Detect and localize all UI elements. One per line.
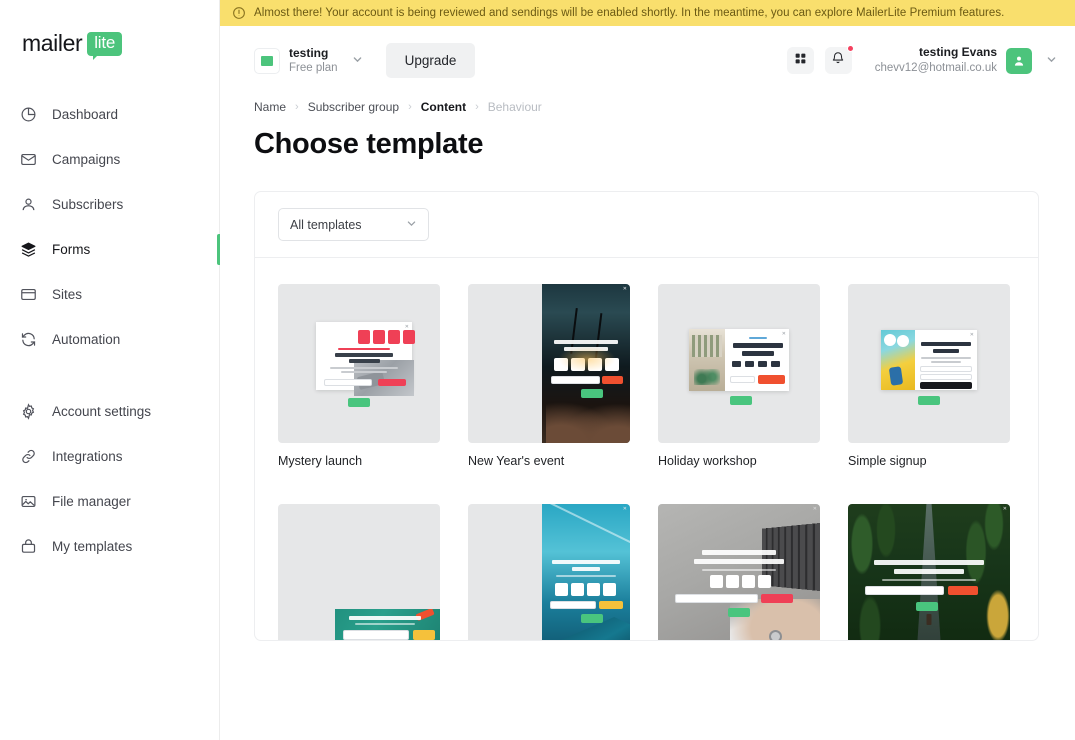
sidebar-item-label: Campaigns <box>52 152 121 167</box>
template-label: Mystery launch <box>278 454 363 468</box>
account-name: testing <box>289 45 329 60</box>
user-info: testing Evans chevv12@hotmail.co.uk <box>875 45 997 76</box>
page-title: Choose template <box>254 128 484 160</box>
apps-grid-button[interactable] <box>786 47 814 74</box>
sidebar-item-sites[interactable]: Sites <box>0 272 220 317</box>
sidebar-item-integrations[interactable]: Integrations <box>0 434 220 479</box>
user-email: chevv12@hotmail.co.uk <box>874 61 997 74</box>
template-thumbnail: ✕ <box>468 284 630 443</box>
breadcrumb-item-subscriber-group[interactable]: Subscriber group <box>308 100 399 114</box>
top-bar: testing Free plan Upgrade testing Evans … <box>220 26 1075 95</box>
link-icon <box>20 448 37 465</box>
template-card-superhero-full[interactable]: ✕ Superhero: Full <box>848 504 1010 640</box>
sidebar-item-label: Sites <box>52 287 83 302</box>
upgrade-button[interactable]: Upgrade <box>385 43 476 78</box>
account-plan: Free plan <box>289 61 338 74</box>
breadcrumb-item-name[interactable]: Name <box>254 100 286 114</box>
template-thumbnail: ✕ <box>848 504 1010 640</box>
sidebar-item-label: Subscribers <box>52 197 124 212</box>
template-thumbnail: ✕ <box>468 504 630 640</box>
template-thumbnail: ✕ <box>658 504 820 640</box>
sidebar: mailer lite Dashboard Campaigns Subscrib… <box>0 0 220 740</box>
chevron-down-icon <box>352 54 363 68</box>
pie-chart-icon <box>20 106 37 123</box>
breadcrumb-separator: › <box>475 101 479 113</box>
template-label: New Year's event <box>468 454 565 468</box>
user-name: testing Evans <box>918 45 997 60</box>
account-switcher[interactable]: testing Free plan <box>254 46 363 75</box>
sidebar-item-label: Integrations <box>52 449 123 464</box>
template-label: Simple signup <box>848 454 927 468</box>
gear-icon <box>20 403 37 420</box>
template-thumbnail: ✕ <box>658 284 820 443</box>
template-label: Holiday workshop <box>658 454 757 468</box>
template-card-simple-signup[interactable]: ✕ Simple signup <box>848 284 1010 468</box>
grid-icon <box>794 52 807 70</box>
template-thumbnail <box>278 504 440 640</box>
template-card-mystery-launch[interactable]: ✕ Mystery launch <box>278 284 440 468</box>
sidebar-item-automation[interactable]: Automation <box>0 317 220 362</box>
bell-icon <box>831 51 845 70</box>
chevron-down-icon <box>406 218 417 232</box>
template-thumbnail: ✕ <box>848 284 1010 443</box>
logo-badge-lite: lite <box>87 31 123 60</box>
archive-icon <box>20 538 37 555</box>
sidebar-nav-primary: Dashboard Campaigns Subscribers Forms Si… <box>0 92 220 362</box>
template-card-holiday-workshop[interactable]: ✕ Holiday workshop <box>658 284 820 468</box>
sidebar-item-account-settings[interactable]: Account settings <box>0 389 220 434</box>
logo-text-mailer: mailer <box>22 30 83 56</box>
template-thumbnail: ✕ <box>278 284 440 443</box>
sidebar-item-my-templates[interactable]: My templates <box>0 524 220 569</box>
sidebar-item-label: Dashboard <box>52 107 119 122</box>
flag-icon <box>254 47 280 74</box>
user-menu[interactable]: testing Evans chevv12@hotmail.co.uk <box>875 45 1057 76</box>
sidebar-item-label: Automation <box>52 332 121 347</box>
banner-message: Almost there! Your account is being revi… <box>254 7 1005 19</box>
envelope-icon <box>20 151 37 168</box>
templates-grid: ✕ Mystery launch ✕ New Year's event ✕ Ho… <box>255 258 1038 640</box>
breadcrumb-item-behaviour: Behaviour <box>487 100 542 114</box>
account-review-banner: Almost there! Your account is being revi… <box>220 0 1075 26</box>
sidebar-item-file-manager[interactable]: File manager <box>0 479 220 524</box>
sidebar-item-dashboard[interactable]: Dashboard <box>0 92 220 137</box>
sidebar-item-label: My templates <box>52 539 133 554</box>
sidebar-item-campaigns[interactable]: Campaigns <box>0 137 220 182</box>
template-card-count-it-down-half[interactable]: ✕ Count it down: Half <box>468 504 630 640</box>
top-bar-actions: testing Evans chevv12@hotmail.co.uk <box>786 45 1057 76</box>
alert-circle-icon <box>232 6 246 20</box>
template-card-positive-vibe[interactable]: Positive vibe <box>278 504 440 640</box>
sidebar-item-label: File manager <box>52 494 131 509</box>
sidebar-nav-secondary: Account settings Integrations File manag… <box>0 389 220 569</box>
notification-badge <box>846 45 854 52</box>
browser-icon <box>20 286 37 303</box>
main-content: testing Free plan Upgrade testing Evans … <box>220 26 1075 740</box>
account-info: testing Free plan <box>289 46 338 75</box>
sidebar-item-subscribers[interactable]: Subscribers <box>0 182 220 227</box>
breadcrumb-separator: › <box>408 101 412 113</box>
avatar <box>1006 47 1032 74</box>
refresh-icon <box>20 331 37 348</box>
user-icon <box>20 196 37 213</box>
template-filter-value: All templates <box>290 217 362 232</box>
chevron-down-icon <box>1046 54 1057 68</box>
image-icon <box>20 493 37 510</box>
notifications-button[interactable] <box>824 45 854 74</box>
layers-icon <box>20 241 37 258</box>
template-card-count-it-down-full[interactable]: ✕ Count it down: Full <box>658 504 820 640</box>
templates-filter-bar: All templates <box>255 192 1038 258</box>
breadcrumb-separator: › <box>295 101 299 113</box>
breadcrumb: Name › Subscriber group › Content › Beha… <box>254 100 1075 114</box>
template-filter-select[interactable]: All templates <box>278 208 429 241</box>
sidebar-item-label: Forms <box>52 242 91 257</box>
sidebar-item-forms[interactable]: Forms <box>0 227 220 272</box>
template-card-new-years-event[interactable]: ✕ New Year's event <box>468 284 630 468</box>
sidebar-item-label: Account settings <box>52 404 152 419</box>
app-logo[interactable]: mailer lite <box>22 30 123 60</box>
breadcrumb-item-content[interactable]: Content <box>421 100 466 114</box>
templates-panel: All templates ✕ Mystery launch ✕ New Yea… <box>254 191 1039 641</box>
